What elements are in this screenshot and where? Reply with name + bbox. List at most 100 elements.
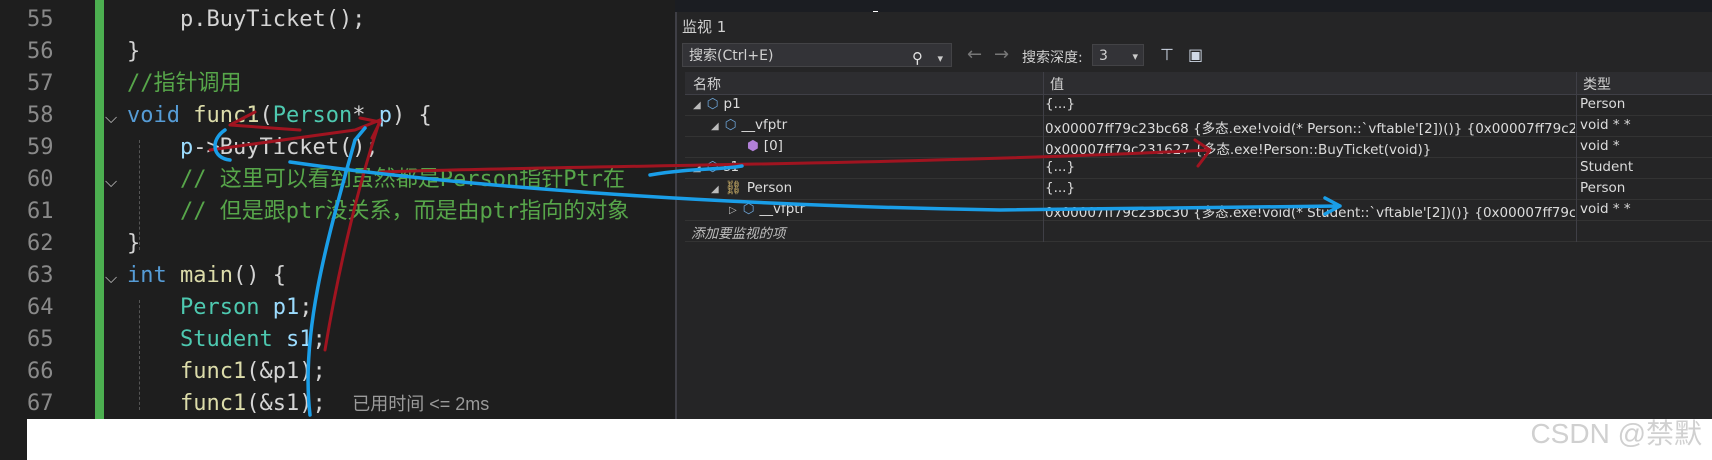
- forward-arrow-icon[interactable]: →: [994, 44, 1009, 65]
- collapse-triangle-icon[interactable]: ◢: [693, 100, 701, 111]
- watch-type: Student: [1580, 159, 1634, 175]
- dropdown-icon: ▾: [1132, 50, 1138, 63]
- line-number: 66: [27, 359, 54, 384]
- object-icon: ⬡: [706, 96, 719, 112]
- line-number: 56: [27, 39, 54, 64]
- type-name: Student: [180, 327, 273, 352]
- watch-row[interactable]: ▷ ⬡ __vfptr 0x00007ff79c23bc30 {多态.exe!voi…: [685, 200, 1712, 221]
- watch-name: p1: [723, 96, 741, 112]
- add-watch-row[interactable]: 添加要监视的项: [685, 221, 1712, 242]
- hex-display-icon[interactable]: ▣: [1188, 45, 1203, 64]
- code-text: // 这里可以看到虽然都是Person指针Ptr在: [180, 167, 625, 192]
- watch-type: void * *: [1580, 201, 1631, 217]
- column-header-value[interactable]: 值: [1050, 74, 1064, 94]
- perf-tip[interactable]: 已用时间 <= 2ms: [352, 394, 489, 414]
- line-number: 58: [27, 103, 54, 128]
- watch-name: __vfptr: [759, 201, 806, 217]
- code-line: p->BuyTicket();: [180, 132, 379, 164]
- variable: p1: [272, 295, 300, 320]
- code-text: p.BuyTicket();: [180, 7, 366, 32]
- function-name: func1: [193, 103, 260, 128]
- fold-chevron-icon[interactable]: ⌵: [105, 108, 117, 128]
- code-line: void func1(Person* p) {: [127, 103, 432, 128]
- pin-icon[interactable]: ⊤: [1160, 45, 1174, 64]
- watch-row[interactable]: ◢ ⬡ p1 {...} Person: [685, 95, 1712, 116]
- watch-row[interactable]: ⬢ [0] 0x00007ff79c231627 {多态.exe!Person::…: [685, 137, 1712, 158]
- watch-name-cell: ◢ ⬡ __vfptr: [685, 117, 1067, 133]
- watch-value: 0x00007ff79c23bc30 {多态.exe!void(* Studen…: [1045, 205, 1575, 221]
- code-line: func1(&s1); 已用时间 <= 2ms: [180, 388, 489, 419]
- change-bar: [95, 0, 104, 419]
- watch-value: 0x00007ff79c231627 {多态.exe!Person::BuyTi…: [1045, 142, 1432, 158]
- keyword: void: [127, 103, 180, 128]
- code-line: func1(&p1);: [180, 356, 326, 388]
- code-line: }: [127, 36, 140, 68]
- line-number: 67: [27, 391, 54, 416]
- line-number: 61: [27, 199, 54, 224]
- code-line: }: [127, 228, 140, 260]
- function-name: main: [180, 263, 233, 288]
- left-margin: [0, 0, 27, 460]
- watch-type: void *: [1580, 138, 1620, 154]
- watch-grid-header: 名称 值 类型: [685, 72, 1712, 95]
- line-number: 62: [27, 231, 54, 256]
- code-editor[interactable]: 55 56 57 58 59 60 61 62 63 64 65 66 67 ⌵…: [27, 0, 675, 419]
- parameter: p: [378, 103, 392, 128]
- search-input[interactable]: 搜索(Ctrl+E) ⚲ ▾: [682, 43, 952, 67]
- dropdown-icon[interactable]: ▾: [937, 47, 943, 71]
- collapse-triangle-icon[interactable]: ◢: [693, 163, 701, 174]
- code-text: }: [127, 231, 141, 256]
- code-line: Student s1;: [180, 324, 326, 356]
- column-header-name[interactable]: 名称: [693, 74, 721, 94]
- watch-row[interactable]: ◢ ⛓ Person {...} Person: [685, 179, 1712, 200]
- field-cube-icon: ⬢: [747, 138, 759, 154]
- depth-label: 搜索深度:: [1022, 50, 1083, 66]
- watch-type: void * *: [1580, 117, 1631, 133]
- watch-name-cell: ◢ ⬡ s1: [685, 159, 1049, 175]
- watch-name-cell: ⬢ [0]: [685, 138, 1103, 154]
- fold-chevron-icon[interactable]: ⌵: [105, 172, 117, 192]
- line-number: 65: [27, 327, 54, 352]
- expand-triangle-icon[interactable]: ▷: [729, 205, 737, 216]
- type-name: Person: [180, 295, 260, 320]
- collapse-triangle-icon[interactable]: ◢: [711, 121, 719, 132]
- watch-row[interactable]: ◢ ⬡ __vfptr 0x00007ff79c23bc68 {多态.exe!voi…: [685, 116, 1712, 137]
- function-name: func1: [180, 359, 247, 384]
- watch-name: __vfptr: [741, 117, 788, 133]
- add-watch-placeholder: 添加要监视的项: [691, 226, 786, 242]
- collapse-triangle-icon[interactable]: ◢: [711, 184, 719, 195]
- code-text: ;: [312, 327, 326, 352]
- type-name: Person: [272, 103, 353, 128]
- code-text: ;: [299, 295, 313, 320]
- column-header-type[interactable]: 类型: [1583, 74, 1611, 94]
- watch-name: s1: [723, 159, 740, 175]
- object-icon: ⬡: [742, 201, 755, 217]
- indent-guide: [139, 300, 140, 410]
- code-line: p.BuyTicket();: [180, 4, 365, 36]
- watch-name: Person: [746, 180, 793, 196]
- base-class-icon: ⛓: [724, 180, 742, 196]
- watch-row[interactable]: ◢ ⬡ s1 {...} Student: [685, 158, 1712, 179]
- back-arrow-icon[interactable]: ←: [967, 44, 982, 65]
- search-icon[interactable]: ⚲: [912, 46, 923, 70]
- line-number: 57: [27, 71, 54, 96]
- column-separator[interactable]: [1576, 72, 1577, 242]
- line-number: 64: [27, 295, 54, 320]
- watch-value: {...}: [1045, 96, 1076, 112]
- watch-name-cell: ▷ ⬡ __vfptr: [685, 201, 1085, 217]
- watch-title: 监视 1: [682, 18, 727, 36]
- column-separator[interactable]: [1043, 72, 1044, 242]
- code-text: ->BuyTicket();: [193, 135, 379, 160]
- depth-value: 3: [1099, 48, 1108, 64]
- object-icon: ⬡: [724, 117, 737, 133]
- code-comment: //指针调用: [127, 68, 242, 100]
- code-line: Person p1;: [180, 292, 312, 324]
- keyword: int: [127, 263, 167, 288]
- code-text: // 但是跟ptr没关系，而是由ptr指向的对象: [180, 199, 630, 224]
- fold-chevron-icon[interactable]: ⌵: [105, 268, 117, 288]
- code-line: int main() {: [127, 260, 286, 292]
- code-text: (&s1);: [246, 391, 326, 416]
- depth-select[interactable]: 3 ▾: [1092, 44, 1144, 66]
- line-number: 59: [27, 135, 54, 160]
- watch-type: Person: [1580, 96, 1626, 112]
